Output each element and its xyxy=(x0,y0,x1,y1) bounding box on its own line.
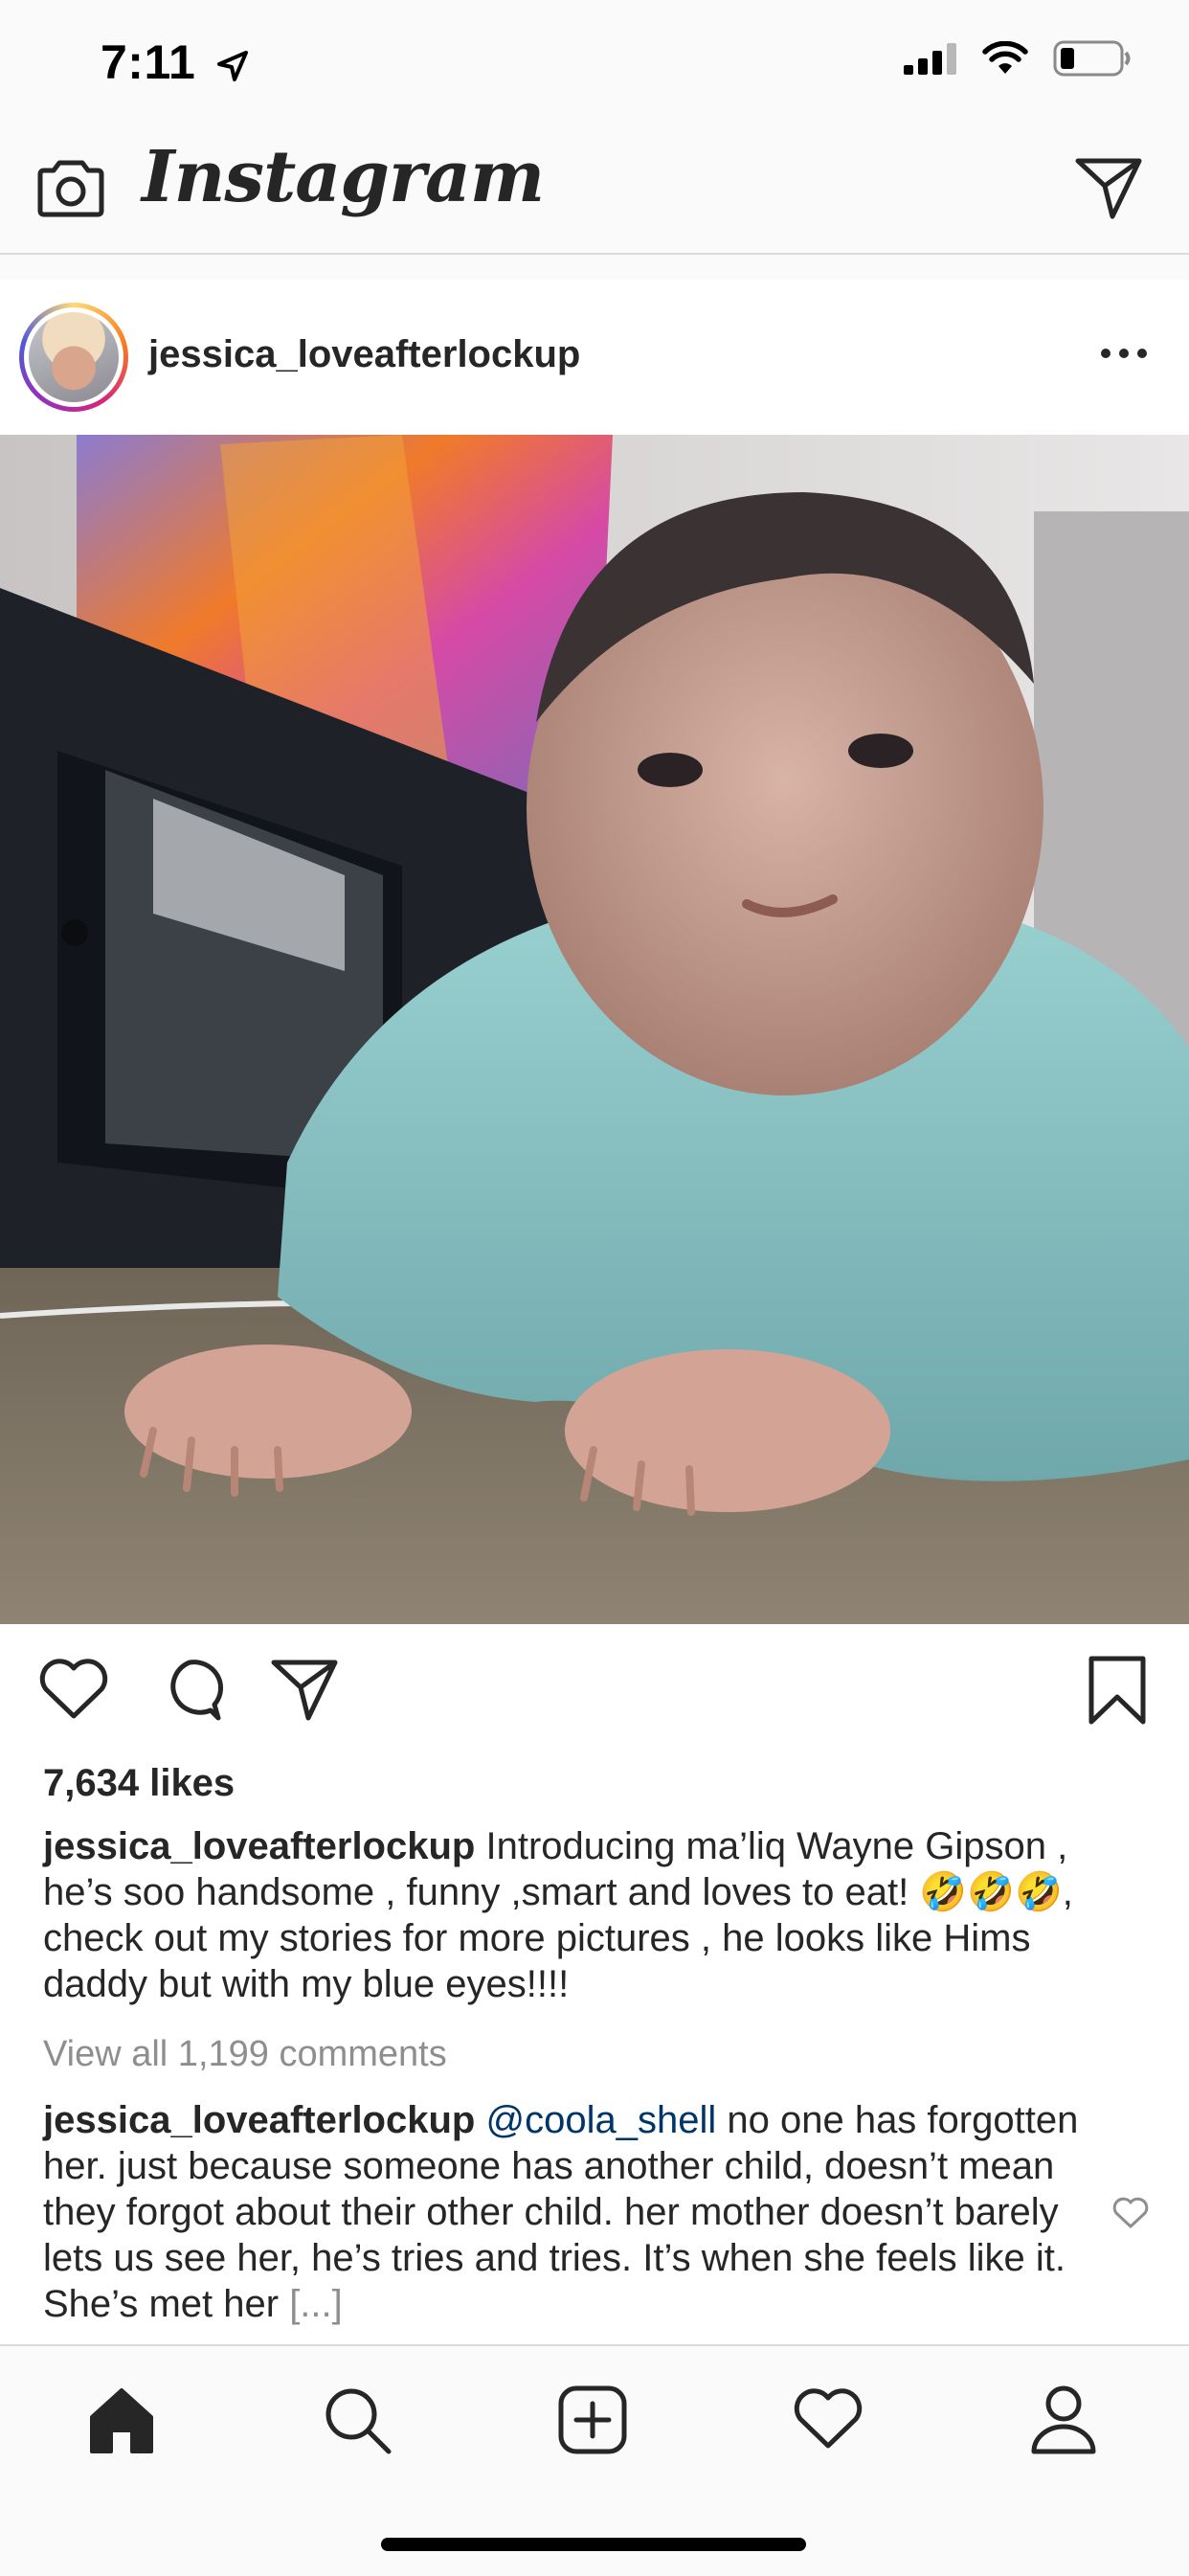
avatar-border xyxy=(24,307,123,407)
post-header: jessica_loveafterlockup xyxy=(0,280,1189,435)
avatar[interactable] xyxy=(19,303,128,412)
home-indicator[interactable] xyxy=(381,2538,806,2551)
comment-icon[interactable] xyxy=(155,1657,224,1724)
post-image[interactable] xyxy=(0,435,1189,1624)
post-caption: jessica_loveafterlockup Introducing ma’l… xyxy=(43,1823,1144,2007)
status-time: 7:11 xyxy=(101,34,250,90)
comment-username[interactable]: jessica_loveafterlockup xyxy=(43,2099,475,2141)
time-text: 7:11 xyxy=(101,35,196,89)
comment-more-link[interactable]: [...] xyxy=(289,2283,343,2325)
bookmark-icon[interactable] xyxy=(1088,1655,1147,1726)
battery-icon xyxy=(1053,40,1131,77)
status-bar: 7:11 xyxy=(0,0,1189,126)
comment-like-icon[interactable] xyxy=(1112,2197,1149,2229)
caption-username[interactable]: jessica_loveafterlockup xyxy=(43,1825,475,1867)
heart-icon[interactable] xyxy=(38,1657,109,1722)
baby-photo xyxy=(0,435,1189,1624)
comment-mention[interactable]: @coola_shell xyxy=(485,2099,716,2141)
view-all-comments-link[interactable]: View all 1,199 comments xyxy=(43,2034,447,2075)
direct-message-icon[interactable] xyxy=(1074,155,1143,220)
location-arrow-icon xyxy=(216,50,248,81)
share-icon[interactable] xyxy=(270,1657,339,1722)
avatar-image xyxy=(29,312,119,402)
wifi-icon xyxy=(982,41,1028,74)
post-actions xyxy=(0,1624,1189,1768)
signal-icon xyxy=(904,43,956,75)
camera-icon[interactable] xyxy=(36,153,105,222)
top-navigation-bar: Instagram xyxy=(0,126,1189,255)
activity-icon[interactable] xyxy=(793,2386,864,2452)
new-post-icon[interactable] xyxy=(557,2384,628,2455)
post-username[interactable]: jessica_loveafterlockup xyxy=(148,333,580,376)
profile-icon[interactable] xyxy=(1028,2383,1099,2455)
more-options-icon[interactable] xyxy=(1101,349,1147,358)
search-icon[interactable] xyxy=(322,2384,393,2455)
comment: jessica_loveafterlockup @coola_shell no … xyxy=(43,2097,1087,2327)
status-indicators xyxy=(904,40,1132,77)
likes-count[interactable]: 7,634 likes xyxy=(43,1762,235,1805)
instagram-logo: Instagram xyxy=(142,136,545,218)
feed-divider xyxy=(0,255,1189,281)
home-icon[interactable] xyxy=(86,2384,157,2455)
